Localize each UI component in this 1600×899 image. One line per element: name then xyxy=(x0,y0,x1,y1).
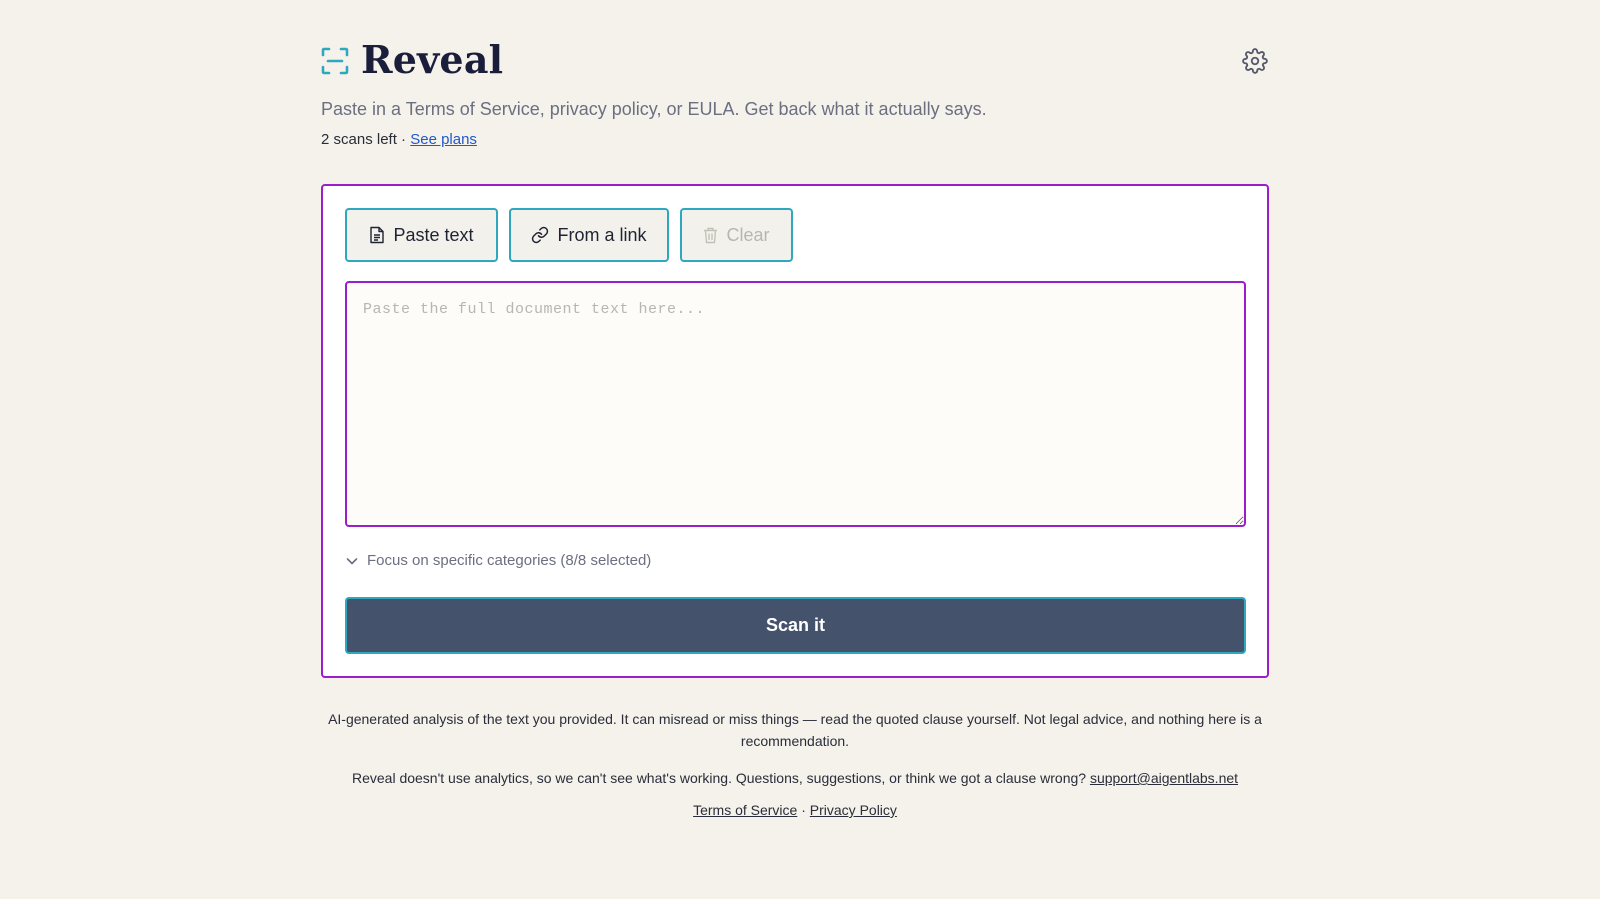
from-link-label: From a link xyxy=(557,224,647,245)
scans-left-text: 2 scans left xyxy=(321,131,397,148)
scans-separator: · xyxy=(401,131,407,148)
from-link-button[interactable]: From a link xyxy=(509,208,669,262)
legal-links: Terms of Service · Privacy Policy xyxy=(321,799,1269,821)
document-text-input[interactable] xyxy=(345,281,1246,527)
disclaimer-text: AI-generated analysis of the text you pr… xyxy=(328,711,1262,749)
page: Reveal Paste in a Terms of Service, priv… xyxy=(0,0,1600,899)
scan-frame-icon xyxy=(321,47,349,75)
paste-text-label: Paste text xyxy=(393,224,474,245)
scan-card: Paste text From a link Clear Paste the f… xyxy=(321,184,1269,678)
see-plans-link[interactable]: See plans xyxy=(410,131,477,148)
focus-categories-label: Focus on specific categories (8/8 select… xyxy=(367,552,652,569)
scan-button[interactable]: Scan it xyxy=(345,597,1246,654)
focus-categories-toggle[interactable]: Focus on specific categories (8/8 select… xyxy=(345,552,651,569)
contact-text: Reveal doesn't use analytics, so we can'… xyxy=(351,770,1087,786)
scans-status: 2 scans left · See plans xyxy=(321,129,477,151)
trash-icon xyxy=(704,227,718,243)
clear-button[interactable]: Clear xyxy=(680,208,793,262)
main-container: Reveal Paste in a Terms of Service, priv… xyxy=(321,0,1269,818)
terms-of-service-link[interactable]: Terms of Service xyxy=(693,802,797,818)
link-icon xyxy=(532,226,549,244)
header: Reveal xyxy=(321,0,1269,100)
settings-button[interactable] xyxy=(1241,48,1269,76)
chevron-down-icon xyxy=(346,557,358,564)
contact-line: Reveal doesn't use analytics, so we can'… xyxy=(321,767,1269,789)
clear-label: Clear xyxy=(726,224,770,245)
privacy-policy-link[interactable]: Privacy Policy xyxy=(810,802,897,818)
gear-icon xyxy=(1242,48,1268,74)
app-subtitle: Paste in a Terms of Service, privacy pol… xyxy=(321,99,987,119)
support-email-link[interactable]: support@aigentlabs.net xyxy=(1090,770,1238,786)
paste-text-button[interactable]: Paste text xyxy=(345,208,498,262)
document-icon xyxy=(370,226,385,244)
app-title: Reveal xyxy=(361,37,504,82)
legal-separator: · xyxy=(801,802,806,818)
